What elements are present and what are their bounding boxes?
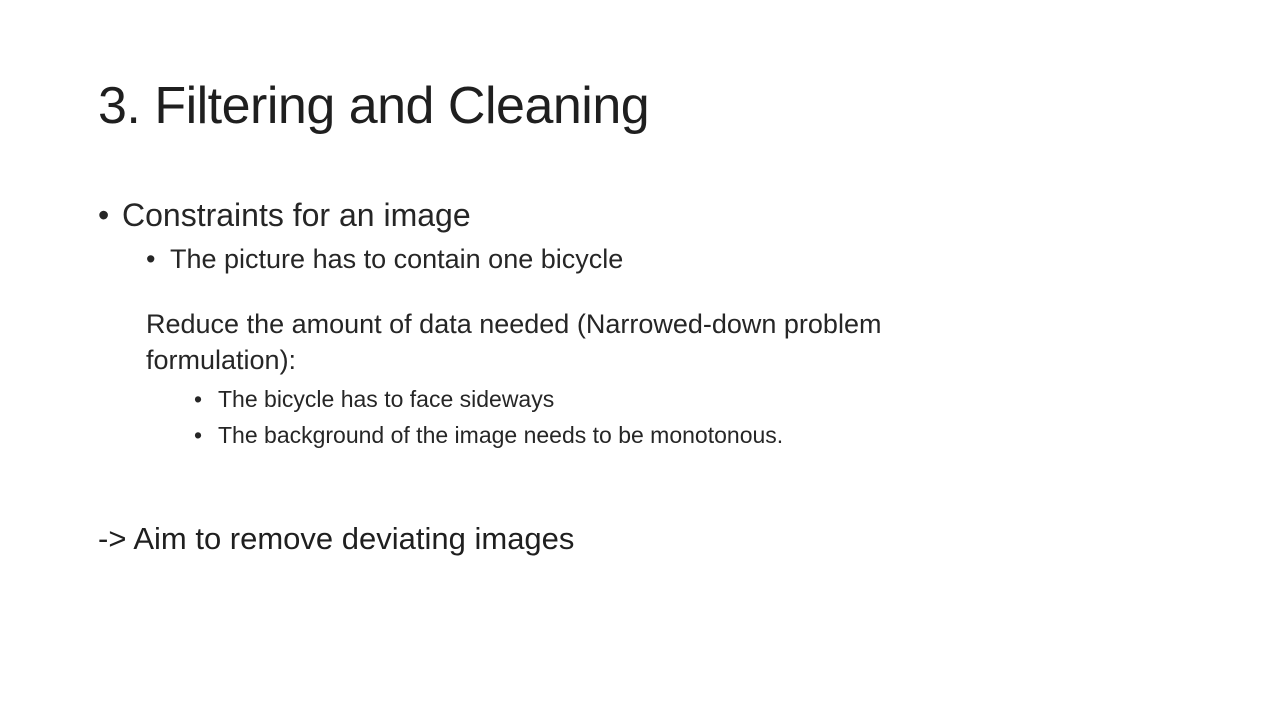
bullet-constraints: • Constraints for an image — [98, 193, 1098, 237]
bullet-icon: • — [194, 386, 203, 412]
bullet-icon: • — [194, 422, 203, 448]
slide-body: • Constraints for an image • The picture… — [98, 193, 1098, 453]
bullet-text: The picture has to contain one bicycle — [170, 244, 624, 274]
slide: 3. Filtering and Cleaning • Constraints … — [0, 0, 1280, 720]
bullet-icon: • — [146, 244, 156, 274]
bullet-text: The background of the image needs to be … — [218, 422, 784, 448]
slide-title: 3. Filtering and Cleaning — [98, 77, 650, 135]
bullet-face-sideways: • The bicycle has to face sideways — [194, 381, 1098, 417]
bullet-text: Constraints for an image — [122, 197, 471, 233]
aim-statement: -> Aim to remove deviating images — [98, 521, 575, 556]
bullet-one-bicycle: • The picture has to contain one bicycle — [146, 241, 1098, 277]
bullet-icon: • — [98, 197, 110, 233]
bullet-text: The bicycle has to face sideways — [218, 386, 555, 412]
bullet-monotonous-background: • The background of the image needs to b… — [194, 417, 1098, 453]
reduce-data-paragraph: Reduce the amount of data needed (Narrow… — [146, 309, 882, 375]
